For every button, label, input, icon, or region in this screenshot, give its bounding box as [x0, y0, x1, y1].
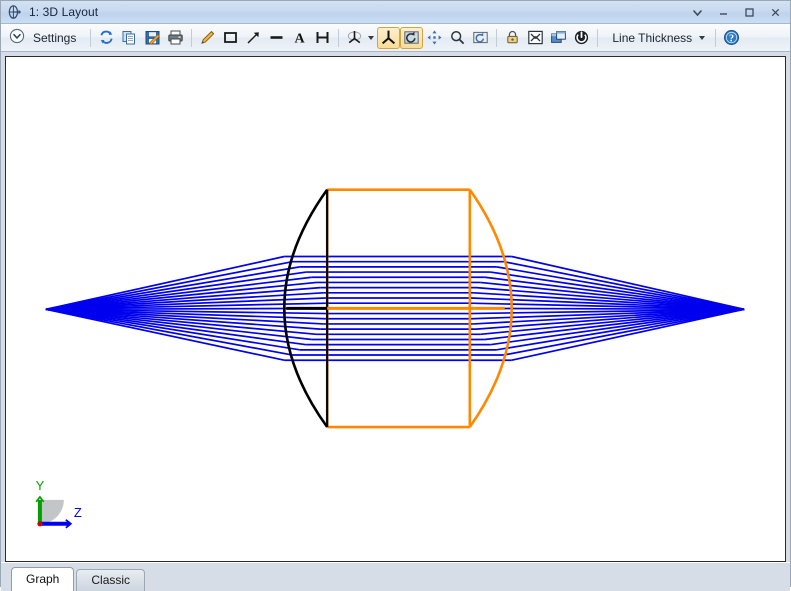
ray-segment: [490, 309, 744, 344]
line-thickness-label: Line Thickness: [608, 31, 696, 45]
zoom-button[interactable]: [446, 27, 469, 49]
chevron-down-circle-icon: [9, 28, 25, 47]
magnifier-icon: [449, 29, 466, 46]
annotate-text-button[interactable]: A: [288, 27, 311, 49]
toolbar-separator: [496, 29, 497, 47]
zoom-reset-icon: [472, 29, 489, 46]
ray-segment: [46, 309, 306, 344]
help-button[interactable]: ?: [720, 27, 743, 49]
annotate-line-button[interactable]: [265, 27, 288, 49]
arrow-icon: [245, 29, 262, 46]
lens-layout-plot[interactable]: Y Z: [6, 57, 785, 561]
tab-classic-label: Classic: [91, 573, 130, 587]
pencil-icon: [199, 29, 216, 46]
line-icon: [268, 29, 285, 46]
toolbar-separator: [191, 29, 192, 47]
print-button[interactable]: [164, 27, 187, 49]
view-tab-bar: Graph Classic: [1, 562, 790, 591]
print-icon: [167, 29, 184, 46]
view-orientation-button[interactable]: [343, 27, 377, 49]
lens-3d-icon: [7, 4, 23, 20]
detach-window-button[interactable]: [547, 27, 570, 49]
annotate-arrow-button[interactable]: [242, 27, 265, 49]
annotate-rectangle-button[interactable]: [219, 27, 242, 49]
annotate-dimension-button[interactable]: [311, 27, 334, 49]
fit-icon: [527, 29, 544, 46]
title-bar: 1: 3D Layout: [1, 1, 790, 24]
layout-canvas-area[interactable]: Y Z: [1, 52, 790, 562]
lock-button[interactable]: [501, 27, 524, 49]
reset-button[interactable]: [570, 27, 593, 49]
zoom-out-button[interactable]: [469, 27, 492, 49]
lock-icon: [504, 29, 521, 46]
chevron-down-icon[interactable]: [699, 36, 705, 40]
save-icon: [144, 29, 161, 46]
annotate-pencil-button[interactable]: [196, 27, 219, 49]
lens-element: [284, 190, 511, 427]
svg-text:?: ?: [729, 33, 734, 44]
close-button[interactable]: [762, 3, 788, 22]
toolbar-separator: [715, 29, 716, 47]
rotate-tool-button[interactable]: [400, 27, 423, 49]
toolbar-separator: [90, 29, 91, 47]
main-toolbar: Settings: [1, 24, 790, 52]
tab-graph-label: Graph: [26, 572, 59, 586]
axes-3d-icon: [380, 29, 397, 46]
pan-arrows-icon: [426, 29, 443, 46]
dimension-icon: [314, 29, 331, 46]
minimize-button[interactable]: [710, 3, 736, 22]
3d-layout-window: 1: 3D Layout Settings: [0, 0, 791, 587]
chevron-down-icon[interactable]: [368, 36, 374, 40]
svg-text:A: A: [295, 32, 306, 47]
settings-button-label: Settings: [29, 31, 80, 45]
rotate-3d-button[interactable]: [377, 27, 400, 49]
refresh-button[interactable]: [95, 27, 118, 49]
tab-classic[interactable]: Classic: [76, 569, 145, 591]
copy-button[interactable]: [118, 27, 141, 49]
axis-y-label: Y: [36, 478, 45, 493]
rotate-icon: [403, 29, 420, 46]
help-circle-icon: ?: [723, 29, 740, 46]
axes-tripod-icon: [346, 29, 365, 46]
toolbar-separator: [338, 29, 339, 47]
save-button[interactable]: [141, 27, 164, 49]
line-thickness-dropdown[interactable]: Line Thickness: [602, 27, 711, 49]
axis-orientation-indicator: Y Z: [36, 478, 82, 528]
copy-icon: [121, 29, 138, 46]
layout-canvas[interactable]: Y Z: [5, 56, 786, 562]
text-a-icon: A: [291, 29, 308, 46]
toolbar-separator: [597, 29, 598, 47]
refresh-icon: [98, 29, 115, 46]
window-menu-button[interactable]: [684, 3, 710, 22]
fit-window-button[interactable]: [524, 27, 547, 49]
axis-z-label: Z: [74, 505, 82, 520]
tab-graph[interactable]: Graph: [11, 567, 74, 591]
settings-button[interactable]: Settings: [5, 27, 86, 49]
rectangle-icon: [222, 29, 239, 46]
power-reset-icon: [573, 29, 590, 46]
maximize-button[interactable]: [736, 3, 762, 22]
pan-button[interactable]: [423, 27, 446, 49]
window-title: 1: 3D Layout: [29, 5, 98, 19]
window-detach-icon: [550, 29, 567, 46]
